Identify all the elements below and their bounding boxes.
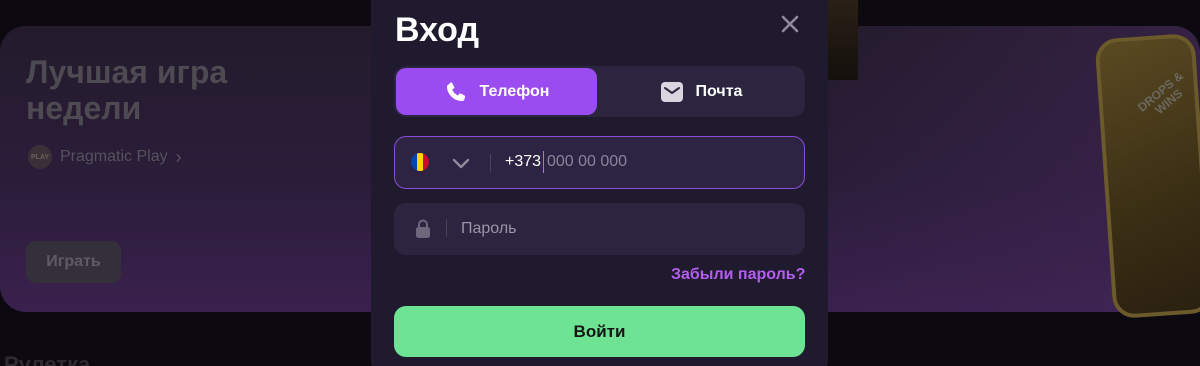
forgot-password-link[interactable]: Забыли пароль? <box>671 266 805 284</box>
phone-field: +373 <box>394 136 805 189</box>
provider-name: Pragmatic Play <box>60 148 168 165</box>
tab-phone[interactable]: Телефон <box>396 68 597 115</box>
tab-phone-label: Телефон <box>479 82 550 100</box>
modal-title: Вход <box>395 11 480 49</box>
tab-email[interactable]: Почта <box>599 68 803 115</box>
mail-icon <box>660 81 683 102</box>
field-divider <box>446 219 447 237</box>
phone-icon <box>446 81 465 101</box>
close-button[interactable] <box>778 12 802 36</box>
country-dropdown[interactable] <box>451 154 471 172</box>
password-input[interactable] <box>461 218 781 240</box>
banner-art <box>828 0 858 80</box>
play-button[interactable]: Играть <box>26 241 121 283</box>
provider-logo: PLAY <box>28 145 52 169</box>
phone-input[interactable] <box>547 151 787 173</box>
close-icon <box>781 15 799 33</box>
banner-title: Лучшая игра недели <box>26 54 228 126</box>
provider-link[interactable]: PLAY Pragmatic Play › <box>28 145 182 169</box>
section-title: Рулетка <box>4 352 91 366</box>
login-button[interactable]: Войти <box>394 306 805 357</box>
moldova-flag-icon <box>411 153 429 171</box>
password-field <box>394 203 805 255</box>
chevron-down-icon <box>452 158 470 169</box>
lock-icon <box>416 219 430 238</box>
text-caret <box>543 151 544 173</box>
phone-prefix: +373 <box>505 153 542 170</box>
field-divider <box>490 154 491 172</box>
chevron-right-icon: › <box>175 146 182 167</box>
tab-email-label: Почта <box>695 82 743 100</box>
login-method-tabs: Телефон Почта <box>394 66 805 117</box>
